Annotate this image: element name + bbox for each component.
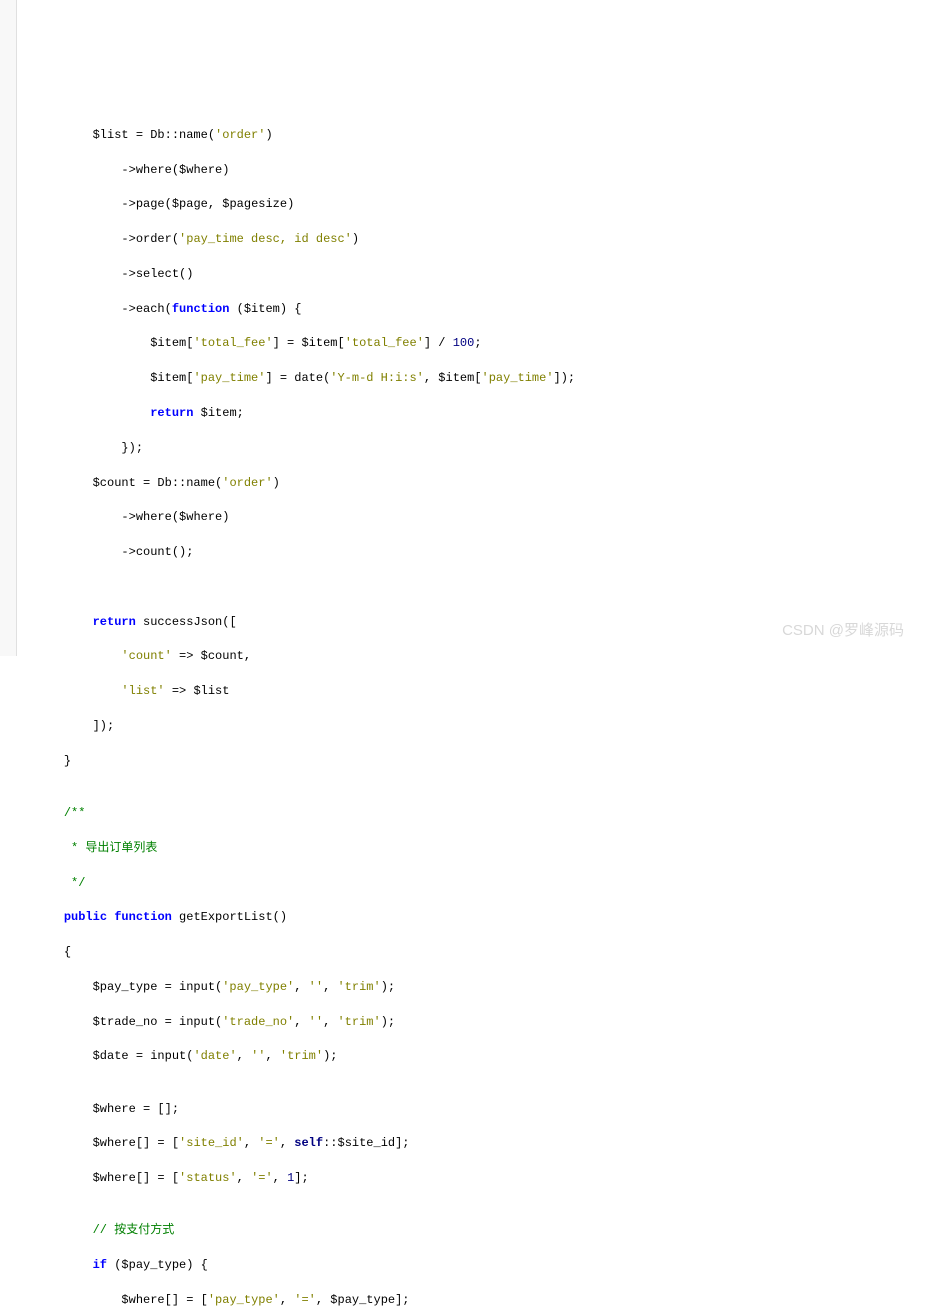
code-line: ->where($where) <box>35 509 922 526</box>
code-line: $where[] = ['site_id', '=', self::$site_… <box>35 1135 922 1152</box>
code-line: $where = []; <box>35 1101 922 1118</box>
code-line: ->each(function ($item) { <box>35 301 922 318</box>
code-line: /** <box>35 805 922 822</box>
code-line: public function getExportList() <box>35 909 922 926</box>
code-line: } <box>35 753 922 770</box>
code-line: 'list' => $list <box>35 683 922 700</box>
code-line: ->count(); <box>35 544 922 561</box>
code-line: // 按支付方式 <box>35 1222 922 1239</box>
code-line: }); <box>35 440 922 457</box>
code-line: $where[] = ['pay_type', '=', $pay_type]; <box>35 1292 922 1309</box>
code-line: $date = input('date', '', 'trim'); <box>35 1048 922 1065</box>
code-line: * 导出订单列表 <box>35 840 922 857</box>
code-line: $trade_no = input('trade_no', '', 'trim'… <box>35 1014 922 1031</box>
code-line: $pay_type = input('pay_type', '', 'trim'… <box>35 979 922 996</box>
code-line: ->order('pay_time desc, id desc') <box>35 231 922 248</box>
code-line: ->page($page, $pagesize) <box>35 196 922 213</box>
gutter <box>0 0 17 656</box>
code-line: ->where($where) <box>35 162 922 179</box>
code-line: { <box>35 944 922 961</box>
code-line: if ($pay_type) { <box>35 1257 922 1274</box>
code-line: $count = Db::name('order') <box>35 475 922 492</box>
code-line: $where[] = ['status', '=', 1]; <box>35 1170 922 1187</box>
code-block: $list = Db::name('order') ->where($where… <box>35 109 922 1312</box>
code-line: $list = Db::name('order') <box>35 127 922 144</box>
code-line: $item['total_fee'] = $item['total_fee'] … <box>35 335 922 352</box>
code-line: return $item; <box>35 405 922 422</box>
code-line: ->select() <box>35 266 922 283</box>
code-line: 'count' => $count, <box>35 648 922 665</box>
code-line: $item['pay_time'] = date('Y-m-d H:i:s', … <box>35 370 922 387</box>
code-line: ]); <box>35 718 922 735</box>
code-line: */ <box>35 875 922 892</box>
watermark: CSDN @罗峰源码 <box>782 620 904 642</box>
